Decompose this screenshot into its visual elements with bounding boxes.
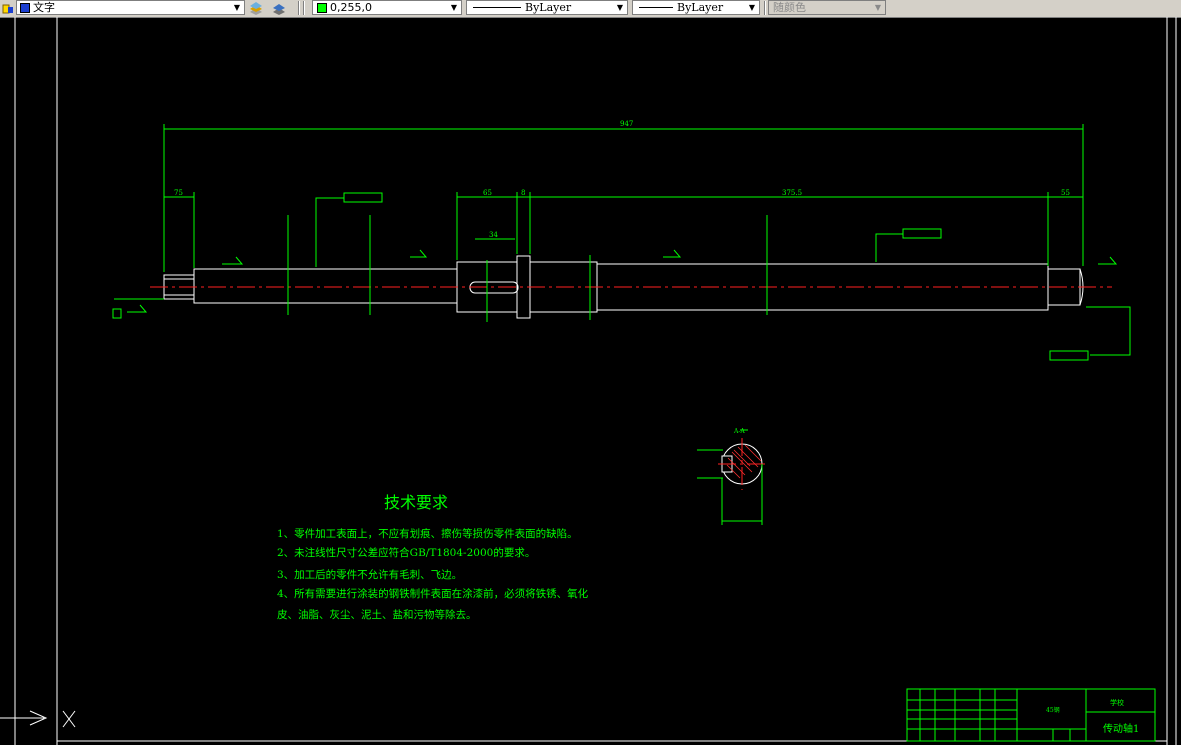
layer-manager-icon[interactable] <box>248 1 264 15</box>
linetype-preview <box>473 6 521 8</box>
centerlines <box>150 286 1112 490</box>
linetype-select[interactable]: ByLayer ▼ <box>466 0 628 15</box>
color-select[interactable]: 0,255,0 ▼ <box>312 0 462 15</box>
chevron-down-icon[interactable]: ▼ <box>746 2 758 13</box>
dimension-lines <box>112 124 1156 742</box>
text-style-select[interactable]: 文字 ▼ <box>16 0 245 15</box>
ucs-icon <box>0 710 76 728</box>
dim-overall-length: 947 <box>620 120 633 128</box>
section-label: A-A <box>733 428 745 435</box>
color-swatch-icon <box>317 2 327 13</box>
dim-keyway-length: 34 <box>489 231 498 239</box>
dim-collar: 8 <box>521 189 525 197</box>
toolbar-separator <box>298 1 300 15</box>
lineweight-value: ByLayer <box>677 1 724 14</box>
tech-req-item-2: 2、未注线性尺寸公差应符合GB/T1804-2000的要求。 <box>277 546 535 559</box>
layer-states-icon[interactable] <box>271 1 287 15</box>
tech-req-title: 技术要求 <box>384 493 448 512</box>
dim-right-step: 55 <box>1061 189 1070 197</box>
dim-left-step: 75 <box>174 189 183 197</box>
tech-req-item-4: 4、所有需要进行涂装的钢铁制件表面在涂漆前，必须将铁锈、氧化 <box>277 587 589 600</box>
properties-toolbar: 文字 ▼ 0,255,0 ▼ ByLayer ▼ ByLayer ▼ 随颜色 ▼ <box>0 0 1181 18</box>
technical-requirements: 技术要求 1、零件加工表面上，不应有划痕、擦伤等损伤零件表面的缺陷。 2、未注线… <box>277 493 589 621</box>
color-swatch-icon <box>20 2 30 13</box>
toolbar-separator <box>303 1 305 15</box>
text-style-value: 文字 <box>33 1 55 14</box>
layer-state-icon[interactable] <box>1 1 17 15</box>
toolbar-separator <box>764 1 766 15</box>
chevron-down-icon[interactable]: ▼ <box>448 2 460 13</box>
chevron-down-icon[interactable]: ▼ <box>614 2 626 13</box>
chevron-down-icon[interactable]: ▼ <box>872 2 884 13</box>
tech-req-item-5: 皮、油脂、灰尘、泥土、盐和污物等除去。 <box>277 608 477 621</box>
lineweight-preview <box>639 6 673 8</box>
tech-req-item-3: 3、加工后的零件不允许有毛刺、飞边。 <box>277 568 462 581</box>
dimension-texts: 947 75 65 8 375.5 55 34 A-A <box>174 120 1070 435</box>
linetype-value: ByLayer <box>525 1 572 14</box>
title-school: 学校 <box>1110 698 1124 707</box>
lineweight-select[interactable]: ByLayer ▼ <box>632 0 760 15</box>
color-value: 0,255,0 <box>330 1 372 14</box>
chevron-down-icon[interactable]: ▼ <box>231 2 243 13</box>
drawing-canvas[interactable]: 947 75 65 8 375.5 55 34 A-A 技术要求 1、零件加工表… <box>0 17 1181 745</box>
plot-style-select[interactable]: 随颜色 ▼ <box>768 0 886 15</box>
dim-key-offset: 65 <box>483 189 492 197</box>
title-part-name: 传动轴1 <box>1103 722 1139 735</box>
tech-req-item-1: 1、零件加工表面上，不应有划痕、擦伤等损伤零件表面的缺陷。 <box>277 527 578 540</box>
dim-main-length: 375.5 <box>782 189 802 197</box>
plot-style-value: 随颜色 <box>773 1 806 14</box>
title-material: 45钢 <box>1046 706 1060 714</box>
